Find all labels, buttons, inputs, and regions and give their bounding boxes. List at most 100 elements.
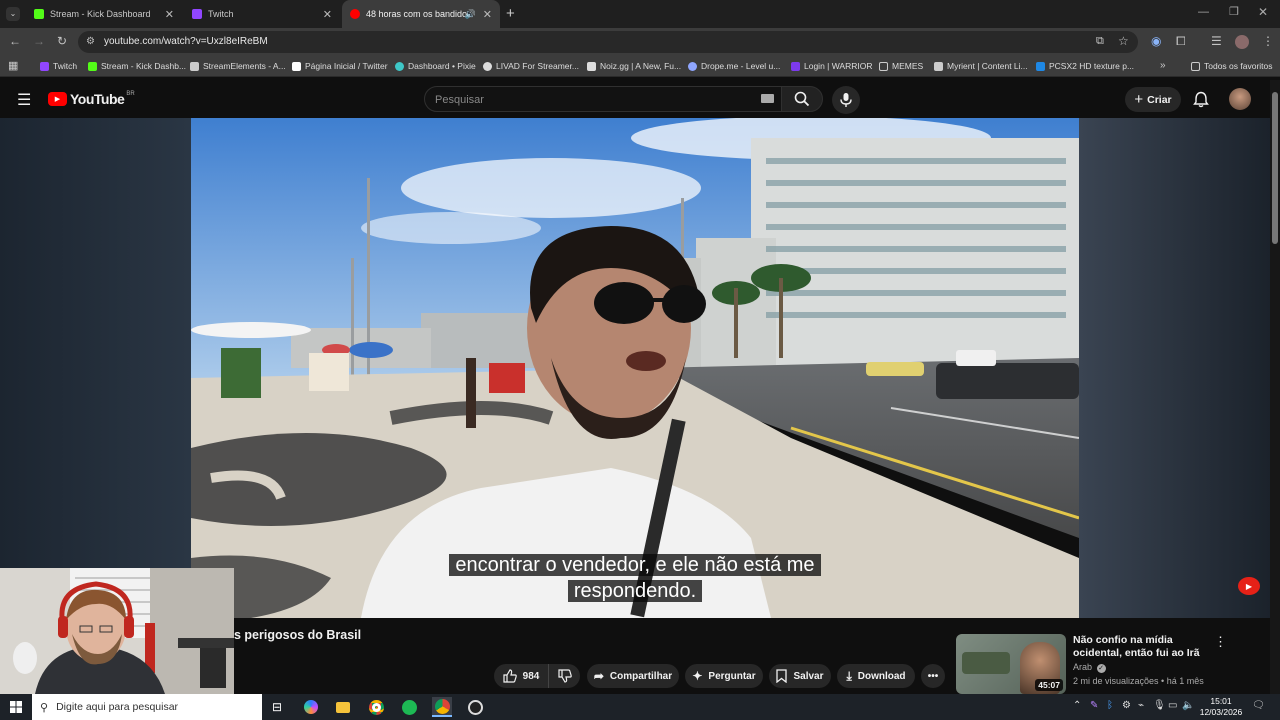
more-actions-button[interactable]: •••: [921, 664, 945, 688]
bookmark-favicon-icon: [1036, 61, 1045, 71]
ask-button[interactable]: ✦ Perguntar: [685, 664, 763, 688]
address-bar[interactable]: ⚙ youtube.com/watch?v=Uxzl8eIReBM ⧉ ☆: [78, 31, 1138, 53]
all-favorites-folder[interactable]: Todos os favoritos: [1191, 56, 1273, 76]
bookmark-label: Noiz.gg | A New, Fu...: [600, 61, 682, 71]
share-button[interactable]: ➦ Compartilhar: [587, 664, 679, 688]
tab-close-icon[interactable]: ✕: [323, 8, 332, 21]
search-button[interactable]: [781, 86, 823, 112]
copilot-icon[interactable]: [301, 697, 321, 717]
bookmark-star-icon[interactable]: ☆: [1118, 34, 1129, 48]
bookmark-folder[interactable]: MEMES: [879, 56, 923, 76]
bookmark-item[interactable]: Dashboard • Pixie: [395, 56, 476, 76]
obs-icon[interactable]: [465, 697, 485, 717]
bookmark-item[interactable]: Twitch: [40, 56, 77, 76]
install-app-icon[interactable]: ⧉: [1096, 35, 1104, 48]
channel-name: Arab: [1073, 662, 1093, 672]
tray-app-icon[interactable]: ✎: [1090, 700, 1098, 711]
youtube-header: ☰ ▶ YouTube BR Pesquisar + Criar: [0, 80, 1270, 118]
extensions-puzzle-icon[interactable]: ⧠: [1176, 34, 1186, 49]
create-button[interactable]: + Criar: [1125, 87, 1181, 112]
tray-network-icon[interactable]: ⌁: [1138, 700, 1144, 711]
bookmark-favicon-icon: [40, 61, 49, 71]
more-bookmarks-icon[interactable]: »: [1160, 60, 1166, 71]
recommended-channel[interactable]: Arab ✓: [1073, 662, 1106, 673]
taskbar-search-input[interactable]: ⚲ Digite aqui para pesquisar: [32, 694, 262, 720]
bookmark-favicon-icon: [88, 61, 97, 71]
bookmark-item[interactable]: StreamElements - A...: [190, 56, 286, 76]
bookmark-label: Twitch: [53, 61, 78, 71]
reload-icon[interactable]: ↻: [57, 34, 67, 48]
forward-arrow-icon[interactable]: →: [33, 34, 45, 48]
scrollbar-thumb[interactable]: [1272, 92, 1278, 244]
bookmark-favicon-icon: [587, 61, 596, 71]
bookmark-item[interactable]: Stream - Kick Dashb...: [88, 56, 186, 76]
tab-youtube-video[interactable]: 48 horas com os bandidos 🔊 ✕: [342, 0, 500, 28]
tab-twitch[interactable]: Twitch ✕: [184, 0, 340, 28]
tab-kick-dashboard[interactable]: Stream - Kick Dashboard ✕: [26, 0, 182, 28]
restore-icon[interactable]: ❐: [1229, 5, 1239, 18]
tab-close-icon[interactable]: ✕: [483, 8, 492, 21]
notifications-icon[interactable]: 🗨: [1252, 700, 1265, 711]
bookmark-item[interactable]: PCSX2 HD texture p...: [1036, 56, 1134, 76]
bookmark-item[interactable]: Myrient | Content Li...: [934, 56, 1028, 76]
all-favorites-label: Todos os favoritos: [1204, 61, 1273, 71]
minimize-icon[interactable]: —: [1198, 6, 1209, 18]
close-window-icon[interactable]: ✕: [1258, 5, 1268, 19]
page-scrollbar[interactable]: [1270, 80, 1280, 694]
keyboard-icon[interactable]: [761, 94, 774, 103]
tray-expand-icon[interactable]: ⌃: [1073, 700, 1081, 711]
video-duration: 45:07: [1035, 679, 1063, 691]
dislike-button[interactable]: [548, 664, 580, 688]
download-button[interactable]: ⤓ Download: [837, 664, 915, 688]
youtube-logo[interactable]: ▶ YouTube BR: [48, 91, 135, 107]
recommended-meta: 2 mi de visualizações • há 1 mês: [1073, 676, 1204, 686]
spotify-icon[interactable]: [399, 697, 419, 717]
profile-avatar-icon[interactable]: [1235, 35, 1249, 49]
voice-search-button[interactable]: [832, 86, 860, 114]
ambient-glow-left: [0, 118, 191, 618]
bookmark-label: LIVAD For Streamer...: [496, 61, 579, 71]
save-button[interactable]: Salvar: [769, 664, 831, 688]
bookmark-item[interactable]: LIVAD For Streamer...: [483, 56, 579, 76]
ambient-glow-right: [1079, 118, 1270, 618]
windows-start-button[interactable]: [6, 697, 26, 717]
save-label: Salvar: [793, 670, 824, 682]
apps-grid-icon[interactable]: ▦: [8, 59, 18, 72]
tab-search-icon[interactable]: ⌄: [6, 7, 20, 21]
bookmark-item[interactable]: Página Inicial / Twitter: [292, 56, 388, 76]
task-view-icon[interactable]: ⊟: [267, 697, 287, 717]
bookmark-label: PCSX2 HD texture p...: [1049, 61, 1135, 71]
bookmark-item[interactable]: Login | WARRIOR: [791, 56, 873, 76]
tray-settings-icon[interactable]: ⚙: [1122, 700, 1131, 711]
tab-close-icon[interactable]: ✕: [165, 8, 174, 21]
hamburger-menu-icon[interactable]: ☰: [17, 90, 31, 110]
chrome-taskbar-icon[interactable]: [366, 697, 386, 717]
url-text[interactable]: youtube.com/watch?v=Uxzl8eIReBM: [104, 36, 268, 47]
notifications-bell-icon[interactable]: [1193, 91, 1209, 108]
new-tab-icon[interactable]: +: [506, 5, 515, 22]
volume-icon[interactable]: 🔈: [1182, 700, 1194, 711]
user-avatar[interactable]: [1229, 88, 1251, 110]
like-button[interactable]: 984: [494, 664, 548, 688]
bluetooth-icon[interactable]: ᛒ: [1107, 700, 1113, 711]
bookmark-item[interactable]: Noiz.gg | A New, Fu...: [587, 56, 681, 76]
recommended-video-title[interactable]: Não confio na mídia ocidental, então fui…: [1073, 634, 1213, 660]
autoplay-youtube-icon[interactable]: ▶: [1238, 577, 1260, 595]
system-clock[interactable]: 15:01 12/03/2026: [1196, 696, 1246, 718]
site-info-icon[interactable]: ⚙: [86, 36, 95, 47]
video-player[interactable]: [191, 118, 1079, 618]
speaker-icon[interactable]: 🔊: [465, 9, 476, 20]
extension-audio-icon[interactable]: ◉: [1151, 34, 1161, 48]
chrome-active-taskbar-icon[interactable]: [432, 697, 452, 717]
back-arrow-icon[interactable]: ←: [9, 34, 21, 48]
chrome-menu-icon[interactable]: ⋮: [1262, 34, 1274, 48]
recommended-video-thumbnail[interactable]: 45:07: [956, 634, 1066, 694]
bookmark-item[interactable]: Drope.me - Level u...: [688, 56, 780, 76]
search-input[interactable]: Pesquisar: [424, 86, 784, 112]
file-explorer-icon[interactable]: [333, 697, 353, 717]
more-horizontal-icon: •••: [927, 670, 939, 682]
recommended-more-icon[interactable]: ⋮: [1214, 634, 1227, 650]
tray-mic-icon[interactable]: 🎙: [1153, 700, 1166, 711]
reading-list-icon[interactable]: ☰: [1211, 34, 1222, 48]
wifi-icon[interactable]: ▭: [1168, 700, 1177, 711]
